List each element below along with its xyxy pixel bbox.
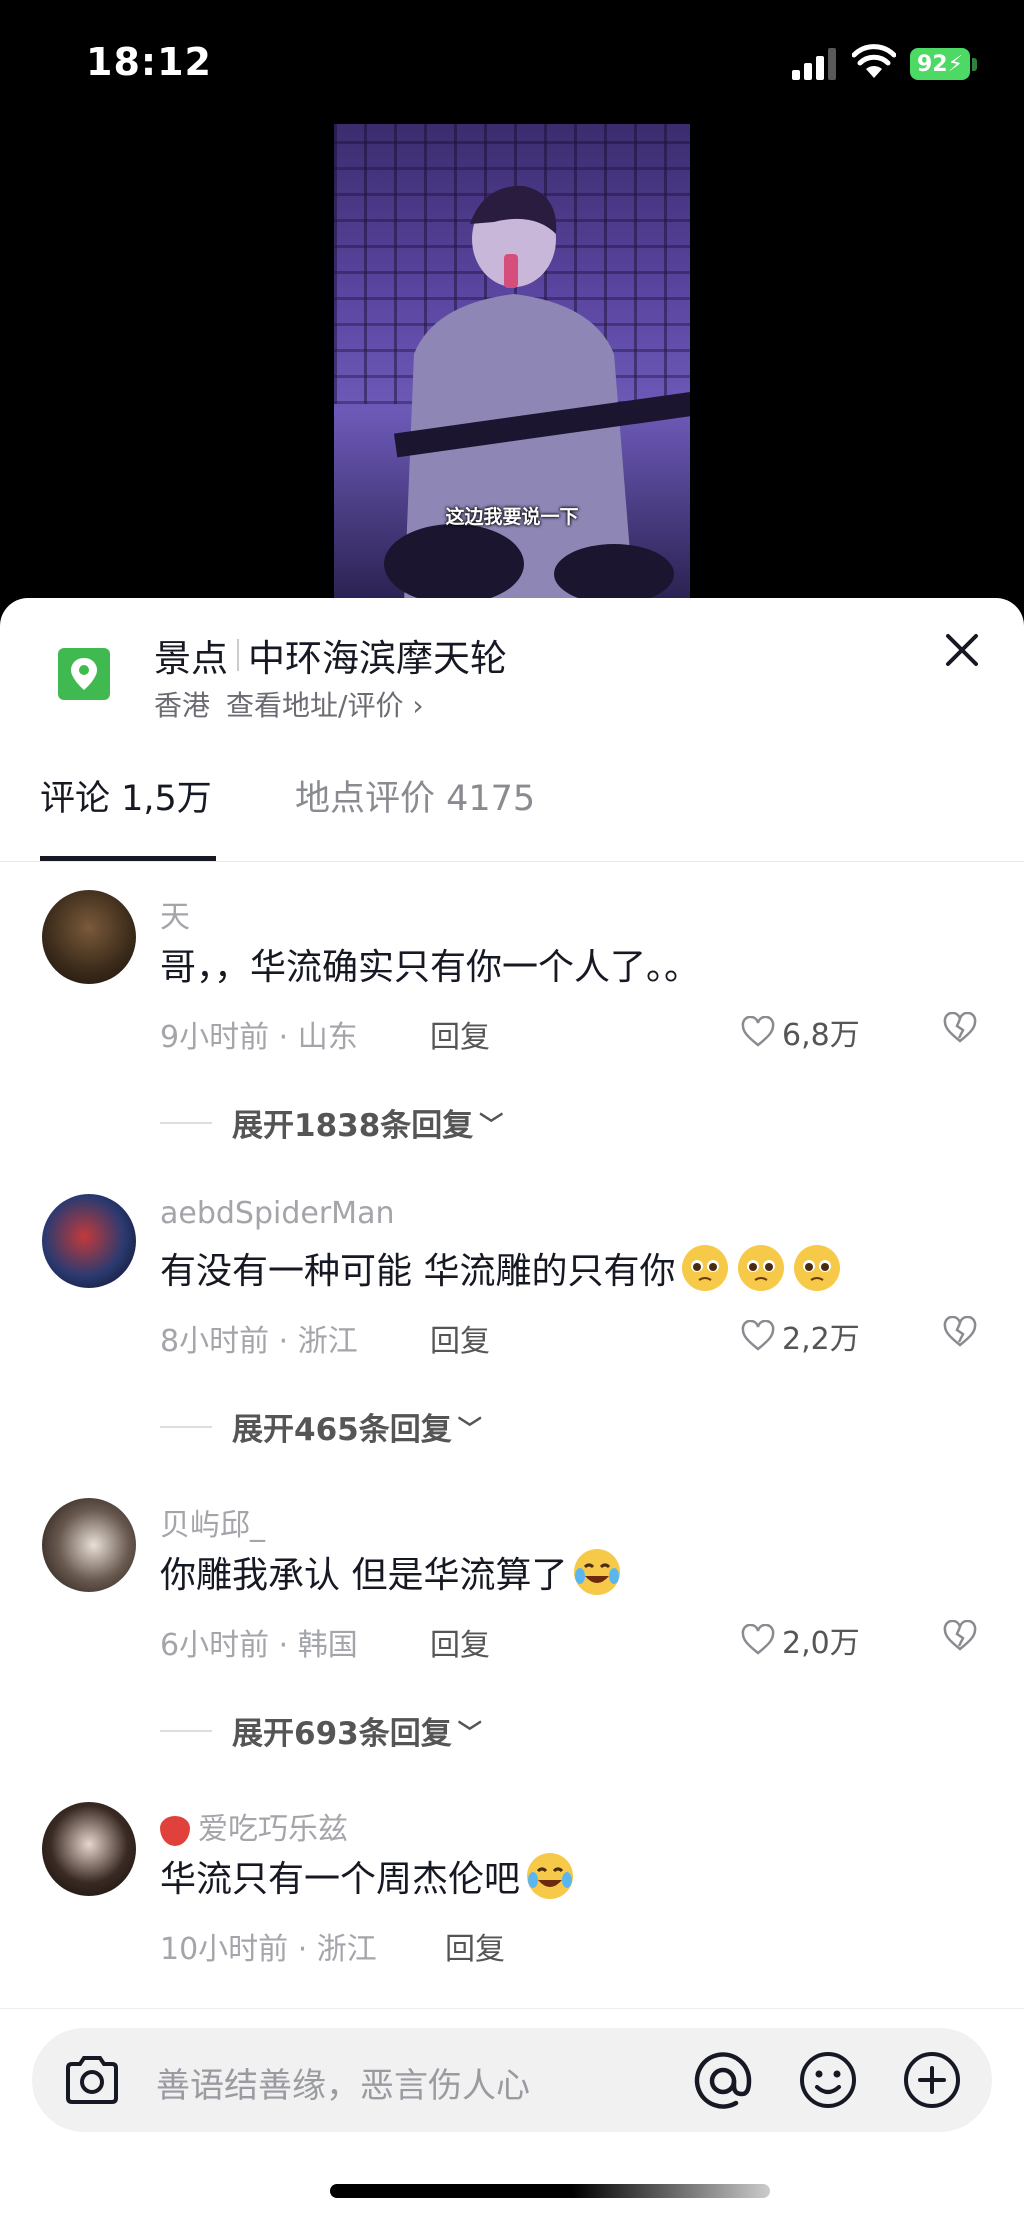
battery-level: 92	[916, 51, 948, 77]
avatar[interactable]	[42, 1802, 136, 1896]
comment-meta: 9小时前 · 山东	[160, 1020, 358, 1055]
avatar[interactable]	[42, 890, 136, 984]
heart-icon	[741, 1320, 775, 1351]
expand-replies-label: 展开693条回复	[232, 1716, 452, 1752]
comment-time: 6小时前	[160, 1628, 270, 1663]
camera-icon[interactable]	[62, 2052, 122, 2108]
location-subtitle[interactable]: 香港 查看地址/评价 ›	[154, 684, 424, 724]
broken-heart-icon[interactable]	[942, 1620, 978, 1652]
status-time: 18:12	[86, 40, 212, 84]
chevron-down-icon: ﹀	[457, 1719, 482, 1747]
tab-comments[interactable]: 评论 1,5万	[40, 770, 212, 821]
comment-time: 9小时前	[160, 1020, 270, 1055]
expand-replies[interactable]: 展开465条回复 ﹀	[160, 1404, 482, 1449]
divider-line	[160, 1121, 212, 1124]
pleading-face-emoji-icon	[738, 1245, 785, 1291]
comment-region: 韩国	[297, 1628, 358, 1663]
wifi-icon	[852, 44, 896, 78]
comment-region: 浙江	[316, 1932, 377, 1967]
comment-meta: 10小时前 · 浙江	[160, 1932, 377, 1967]
comment-input[interactable]: 善语结善缘，恶言伤人心	[156, 2058, 530, 2107]
like-button[interactable]: 6,8万	[740, 1010, 860, 1054]
divider-line	[160, 1425, 212, 1428]
pleading-face-emoji-icon	[794, 1245, 841, 1291]
strawberry-icon	[160, 1815, 190, 1846]
comment-text-row: 华流只有一个周杰伦吧	[160, 1850, 576, 1902]
location-category: 景点	[154, 637, 228, 680]
input-divider	[0, 2008, 1024, 2009]
close-icon[interactable]	[940, 628, 984, 672]
charging-icon: ⚡	[947, 51, 964, 77]
crying-laughing-emoji-icon	[527, 1853, 574, 1899]
comment-time: 10小时前	[160, 1932, 289, 1967]
reply-button[interactable]: 回复	[445, 1924, 505, 1968]
comment-region: 山东	[297, 1020, 358, 1055]
comment-text-row: 你雕我承认 但是华流算了	[160, 1546, 623, 1598]
comment-username-row[interactable]: 爱吃巧乐兹	[160, 1804, 348, 1848]
video-player[interactable]: 这边我要说一下	[334, 124, 690, 602]
comment-meta: 8小时前 · 浙江	[160, 1324, 358, 1359]
expand-replies[interactable]: 展开693条回复 ﹀	[160, 1708, 482, 1753]
reply-button[interactable]: 回复	[430, 1620, 490, 1664]
comment-username: 爱吃巧乐兹	[198, 1812, 348, 1847]
reply-button[interactable]: 回复	[430, 1012, 490, 1056]
title-separator	[237, 639, 239, 671]
video-performer-image	[384, 185, 690, 602]
location-pin-icon	[58, 648, 110, 700]
broken-heart-icon[interactable]	[942, 1012, 978, 1044]
tab-reviews[interactable]: 地点评价 4175	[295, 770, 535, 821]
comment-username[interactable]: 贝屿邱_	[160, 1500, 265, 1544]
comment-input-bar[interactable]: 善语结善缘，恶言伤人心	[32, 2028, 992, 2132]
location-name: 中环海滨摩天轮	[248, 637, 507, 680]
avatar[interactable]	[42, 1194, 136, 1288]
comment-time: 8小时前	[160, 1324, 270, 1359]
comment-text-row: 有没有一种可能 华流雕的只有你	[160, 1242, 843, 1294]
expand-replies[interactable]: 展开1838条回复 ﹀	[160, 1100, 503, 1145]
at-mention-icon[interactable]	[692, 2050, 754, 2112]
location-title[interactable]: 景点 中环海滨摩天轮	[154, 628, 507, 682]
like-button[interactable]: 2,0万	[740, 1618, 860, 1662]
chevron-down-icon: ﹀	[479, 1111, 504, 1139]
battery-indicator: 92 ⚡	[910, 48, 970, 80]
like-count: 2,0万	[782, 1626, 860, 1661]
battery-cap	[972, 58, 977, 71]
avatar[interactable]	[42, 1498, 136, 1592]
signal-icon	[792, 48, 836, 80]
plus-icon[interactable]	[902, 2050, 962, 2110]
emoji-icon[interactable]	[798, 2050, 858, 2110]
tab-bar: 评论 1,5万 地点评价 4175	[0, 758, 1024, 862]
expand-replies-label: 展开465条回复	[232, 1412, 452, 1448]
active-tab-indicator	[40, 856, 216, 861]
reply-button[interactable]: 回复	[430, 1316, 490, 1360]
crying-laughing-emoji-icon	[574, 1549, 621, 1595]
comment-username[interactable]: 天	[160, 892, 190, 936]
comment-text: 华流只有一个周杰伦吧	[160, 1859, 521, 1900]
divider-line	[160, 1729, 212, 1732]
like-count: 6,8万	[782, 1018, 860, 1053]
comment-text: 哥，，华流确实只有你一个人了。。	[160, 947, 701, 988]
comment-meta: 6小时前 · 韩国	[160, 1628, 358, 1663]
chevron-right-icon: ›	[403, 689, 424, 722]
chevron-down-icon: ﹀	[457, 1415, 482, 1443]
home-indicator	[330, 2184, 770, 2198]
heart-icon	[741, 1624, 775, 1655]
broken-heart-icon[interactable]	[942, 1316, 978, 1348]
comment-text: 有没有一种可能 华流雕的只有你	[160, 1251, 676, 1292]
expand-replies-label: 展开1838条回复	[232, 1108, 474, 1144]
detail-link[interactable]: 查看地址/评价	[226, 689, 403, 722]
video-subtitle: 这边我要说一下	[445, 506, 579, 528]
pleading-face-emoji-icon	[682, 1245, 729, 1291]
comment-sheet: 景点 中环海滨摩天轮 香港 查看地址/评价 › 评论 1,5万 地点评价 4175…	[0, 598, 1024, 2216]
like-count: 2,2万	[782, 1322, 860, 1357]
heart-icon	[741, 1016, 775, 1047]
comment-region: 浙江	[297, 1324, 358, 1359]
comment-username[interactable]: aebdSpiderMan	[160, 1196, 394, 1231]
like-button[interactable]: 2,2万	[740, 1314, 860, 1358]
status-bar: 18:12 92 ⚡	[0, 0, 1024, 120]
location-city: 香港	[154, 689, 211, 722]
comment-text: 你雕我承认 但是华流算了	[160, 1555, 568, 1596]
